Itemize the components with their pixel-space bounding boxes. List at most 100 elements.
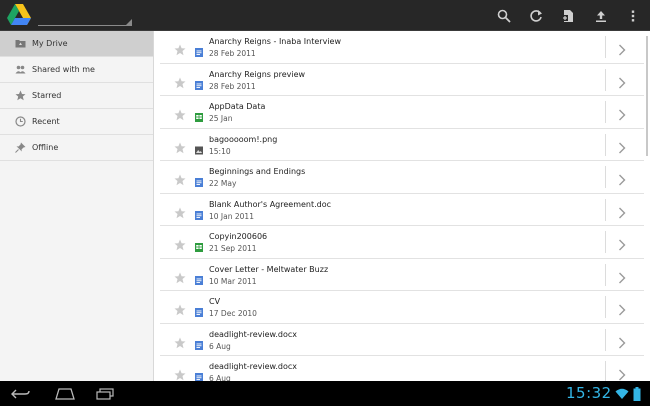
row-divider [605,133,606,156]
star-toggle-icon[interactable] [174,269,186,283]
sidebar-item-recent[interactable]: Recent [0,109,153,135]
star-toggle-icon[interactable] [174,171,186,186]
search-icon [497,9,511,23]
sidebar-item-label: Recent [32,117,60,126]
system-bar: 15:32 [0,381,650,406]
file-date: 28 Feb 2011 [209,49,256,58]
scrollbar[interactable] [646,36,648,156]
star-toggle-icon[interactable] [174,366,186,381]
file-name: Blank Author's Agreement.doc [209,199,332,209]
account-spinner[interactable] [38,4,132,26]
refresh-icon [530,9,542,22]
overflow-menu-button[interactable] [617,0,649,31]
list-item[interactable]: Beginnings and Endings 22 May [160,161,644,194]
file-name: AppData Data [209,102,266,111]
document-icon [195,75,203,90]
chevron-right-icon[interactable] [618,106,626,121]
document-icon [195,172,203,187]
star-toggle-icon[interactable] [174,41,186,56]
recent-apps-button[interactable] [92,385,118,402]
overflow-menu-icon [631,10,635,21]
list-item[interactable]: Cover Letter - Meltwater Buzz 10 Mar 2011 [160,259,644,291]
people-icon [14,64,26,76]
star-toggle-icon[interactable] [174,236,186,251]
file-name: Anarchy Reigns preview [209,69,306,79]
star-toggle-icon[interactable] [174,139,186,153]
row-divider [605,166,606,188]
search-button[interactable] [488,0,520,31]
drive-folder-icon [14,38,26,50]
row-divider [605,231,606,253]
star-toggle-icon[interactable] [174,74,186,88]
refresh-button[interactable] [520,0,552,31]
star-toggle-icon[interactable] [174,204,186,218]
sidebar-item-shared-with-me[interactable]: Shared with me [0,57,153,83]
file-name: CV [209,297,221,306]
sidebar-item-my-drive[interactable]: My Drive [0,31,153,57]
list-item[interactable]: deadlight-review.docx 6 Aug [160,324,644,356]
file-name: deadlight-review.docx [209,329,297,339]
chevron-right-icon[interactable] [618,139,626,153]
chevron-right-icon[interactable] [618,171,626,186]
new-document-button[interactable] [552,0,584,31]
upload-icon [596,10,606,22]
new-document-icon [562,9,573,22]
chevron-right-icon[interactable] [618,236,626,251]
list-item[interactable]: Copyin200606 21 Sep 2011 [160,226,644,259]
list-item[interactable]: CV 17 Dec 2010 [160,291,644,324]
chevron-right-icon[interactable] [618,301,626,316]
upload-button[interactable] [585,0,617,31]
file-name: Anarchy Reigns - Inaba Interview [209,37,341,46]
chevron-right-icon[interactable] [618,74,626,88]
star-icon [14,90,26,102]
document-icon [195,205,203,220]
chevron-right-icon[interactable] [618,204,626,218]
battery-icon [633,387,641,401]
sidebar-item-label: Offline [32,143,59,152]
chevron-right-icon[interactable] [618,366,626,381]
home-button[interactable] [52,385,78,402]
star-toggle-icon[interactable] [174,334,186,348]
list-item[interactable]: deadlight-review.docx 6 Aug [160,356,644,381]
file-date: 22 May [209,179,237,188]
row-divider [605,198,606,221]
list-item[interactable]: Blank Author's Agreement.doc 10 Jan 2011 [160,194,644,226]
file-date: 6 Aug [209,374,231,381]
image-file-icon [195,140,203,154]
file-name: Cover Letter - Meltwater Buzz [209,264,329,274]
spinner-triangle-icon [126,19,132,25]
drive-logo-icon[interactable] [6,3,32,27]
spreadsheet-icon [195,107,203,122]
list-item[interactable]: AppData Data 25 Jan [160,96,644,129]
back-button[interactable] [8,385,34,402]
status-clock: 15:32 [566,384,612,402]
row-divider [605,328,606,351]
chevron-right-icon[interactable] [618,269,626,283]
list-item[interactable]: bagooooom!.png 15:10 [160,129,644,161]
row-divider [605,296,606,318]
file-date: 10 Mar 2011 [209,276,257,286]
chevron-right-icon[interactable] [618,41,626,56]
sidebar: My Drive Shared with me Starred Recent O… [0,31,154,381]
document-icon [195,335,203,350]
list-item[interactable]: Anarchy Reigns - Inaba Interview 28 Feb 2… [160,31,644,64]
file-name: bagooooom!.png [209,134,278,144]
sidebar-item-offline[interactable]: Offline [0,135,153,161]
sidebar-item-starred[interactable]: Starred [0,83,153,109]
file-date: 28 Feb 2011 [209,81,256,91]
document-icon [195,42,203,57]
file-date: 17 Dec 2010 [209,309,257,318]
star-toggle-icon[interactable] [174,106,186,121]
home-icon [55,387,75,400]
action-bar [0,0,650,31]
list-item[interactable]: Anarchy Reigns preview 28 Feb 2011 [160,64,644,96]
row-divider [605,361,606,381]
drive-app: My Drive Shared with me Starred Recent O… [0,0,650,406]
file-name: deadlight-review.docx [209,362,297,371]
document-icon [195,270,203,285]
file-date: 25 Jan [209,114,233,123]
pin-icon [14,142,26,154]
row-divider [605,263,606,286]
star-toggle-icon[interactable] [174,301,186,316]
chevron-right-icon[interactable] [618,334,626,348]
